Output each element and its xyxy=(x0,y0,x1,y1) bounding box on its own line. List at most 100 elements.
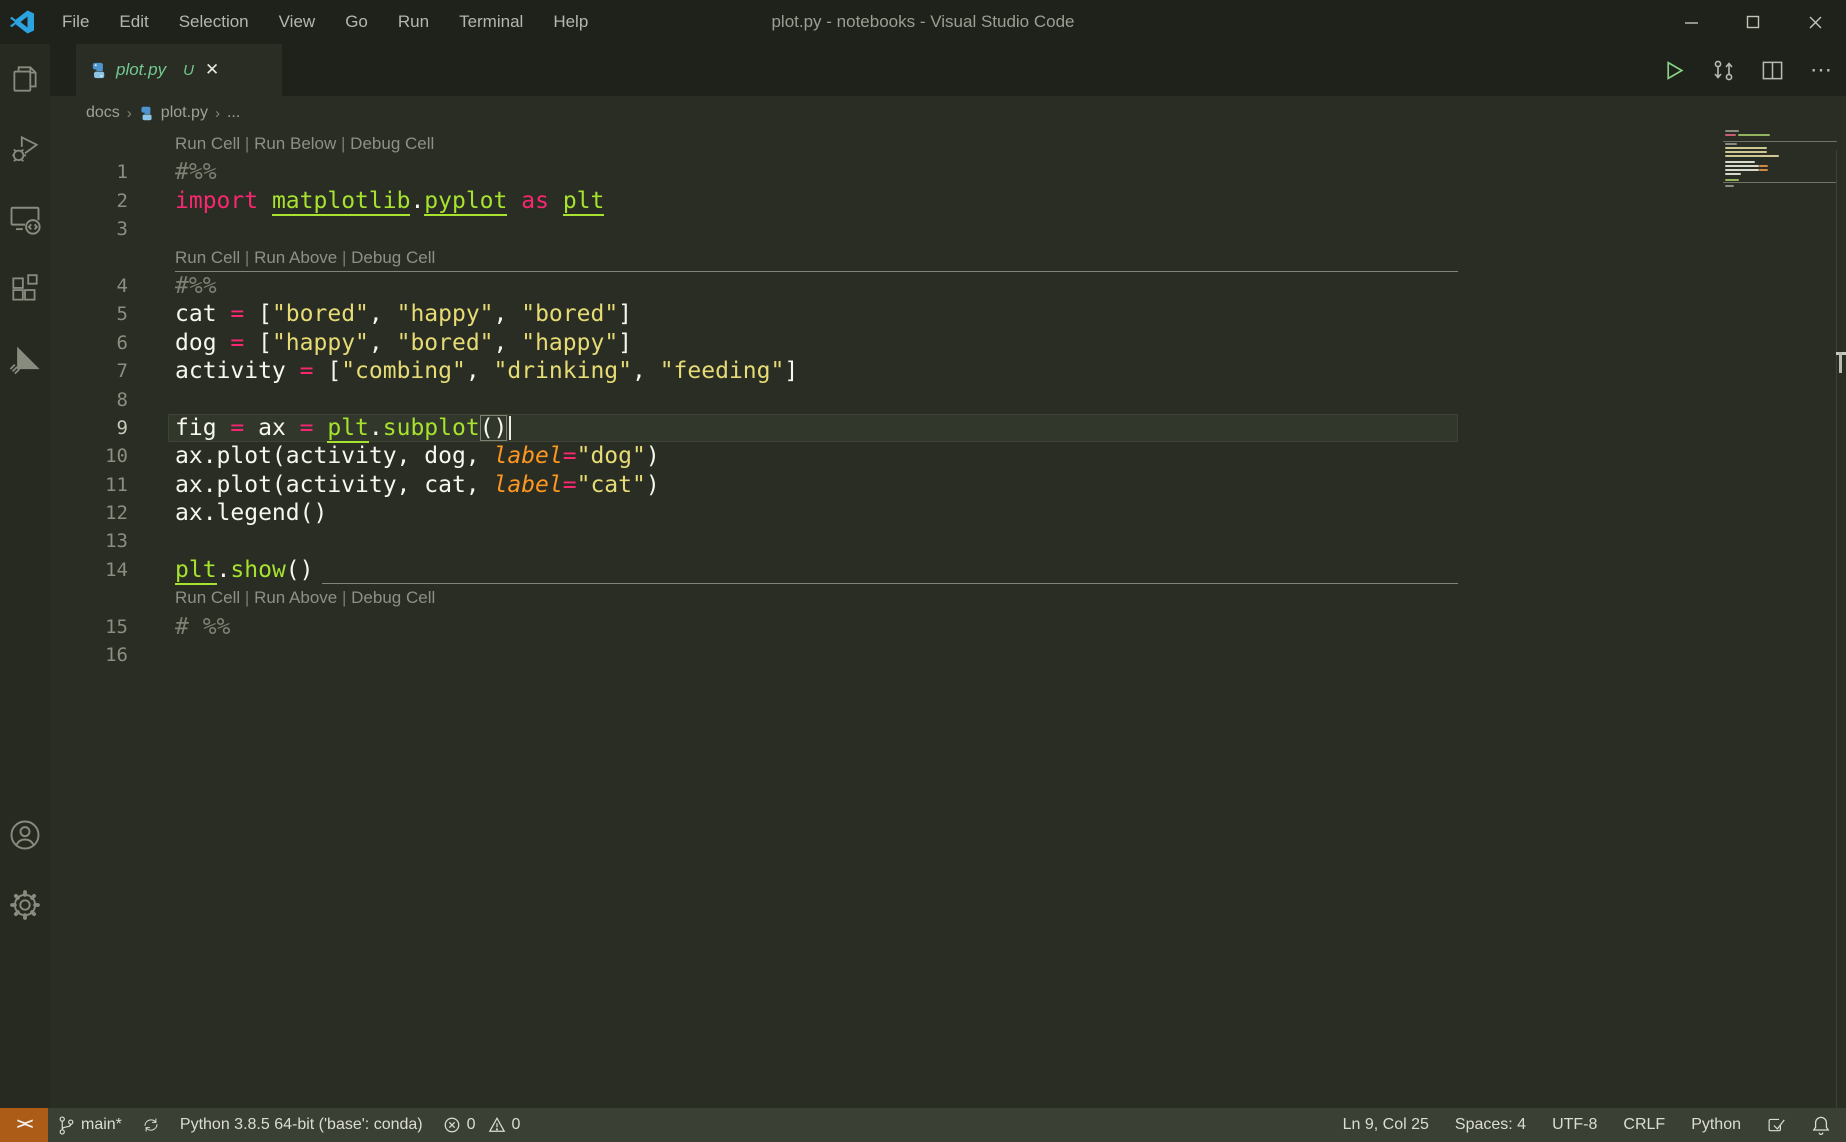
line-number: 6 xyxy=(50,329,128,357)
line-number: 11 xyxy=(50,471,128,499)
notifications-bell-icon[interactable] xyxy=(1812,1115,1830,1135)
open-changes-icon[interactable] xyxy=(1711,58,1735,82)
tab-close-icon[interactable]: ✕ xyxy=(205,60,219,80)
codelens-link[interactable]: Debug Cell xyxy=(350,134,434,153)
run-file-icon[interactable] xyxy=(1664,60,1685,81)
title-bar: File Edit Selection View Go Run Terminal… xyxy=(0,0,1846,44)
codelens-divider: | xyxy=(240,588,254,607)
code-line: 14plt.show() xyxy=(50,556,1846,584)
split-editor-icon[interactable] xyxy=(1761,59,1784,82)
line-number: 12 xyxy=(50,499,128,527)
codelens-link[interactable]: Run Cell xyxy=(175,588,240,607)
codelens-link[interactable]: Debug Cell xyxy=(351,588,435,607)
activity-bar xyxy=(0,44,50,1132)
codelens[interactable]: Run Cell | Run Above | Debug Cell xyxy=(50,244,1846,272)
code-line: 2import matplotlib.pyplot as plt xyxy=(50,187,1846,215)
line-number: 3 xyxy=(50,215,128,243)
encoding[interactable]: UTF-8 xyxy=(1552,1116,1597,1134)
line-number: 4 xyxy=(50,272,128,300)
indentation[interactable]: Spaces: 4 xyxy=(1455,1116,1526,1134)
python-file-icon xyxy=(139,106,154,121)
codelens-link[interactable]: Run Cell xyxy=(175,134,240,153)
menu-edit[interactable]: Edit xyxy=(106,8,161,36)
problems-item[interactable]: 0 0 xyxy=(433,1108,531,1142)
code-line: 10ax.plot(activity, dog, label="dog") xyxy=(50,442,1846,470)
interpreter-label: Python 3.8.5 64-bit ('base': conda) xyxy=(180,1116,423,1134)
codelens[interactable]: Run Cell | Run Below | Debug Cell xyxy=(50,130,1846,158)
remote-explorer-icon[interactable] xyxy=(0,184,50,254)
menu-help[interactable]: Help xyxy=(540,8,601,36)
code-line: 9fig = ax = plt.subplot() xyxy=(50,414,1846,442)
code-line: 11ax.plot(activity, cat, label="cat") xyxy=(50,471,1846,499)
menu-bar: File Edit Selection View Go Run Terminal… xyxy=(49,8,601,36)
menu-selection[interactable]: Selection xyxy=(166,8,262,36)
branch-name: main* xyxy=(81,1116,122,1134)
code-line: 8 xyxy=(50,386,1846,414)
code-editor[interactable]: Run Cell | Run Below | Debug Cell1#%%2im… xyxy=(50,130,1846,1108)
warnings-icon xyxy=(488,1116,506,1134)
code-line: 12ax.legend() xyxy=(50,499,1846,527)
menu-terminal[interactable]: Terminal xyxy=(446,8,536,36)
line-number: 14 xyxy=(50,556,128,584)
codelens-divider: | xyxy=(240,134,254,153)
remote-icon: >< xyxy=(17,1116,32,1134)
cursor-position[interactable]: Ln 9, Col 25 xyxy=(1343,1116,1429,1134)
eol-sequence[interactable]: CRLF xyxy=(1623,1116,1665,1134)
line-number: 9 xyxy=(50,414,128,442)
scrollbar-slider[interactable] xyxy=(1839,352,1842,373)
codelens-divider: | xyxy=(337,248,351,267)
code-line: 3 xyxy=(50,215,1846,243)
line-number: 1 xyxy=(50,158,128,186)
menu-file[interactable]: File xyxy=(49,8,102,36)
line-number: 10 xyxy=(50,442,128,470)
line-number: 2 xyxy=(50,187,128,215)
menu-view[interactable]: View xyxy=(266,8,329,36)
code-line: 6dog = ["happy", "bored", "happy"] xyxy=(50,329,1846,357)
account-icon[interactable] xyxy=(0,800,50,870)
line-number: 13 xyxy=(50,527,128,555)
codelens-link[interactable]: Run Above xyxy=(254,248,337,267)
remote-indicator[interactable]: >< xyxy=(0,1108,48,1142)
codelens-link[interactable]: Run Below xyxy=(254,134,336,153)
close-icon[interactable] xyxy=(1784,0,1846,44)
python-file-icon xyxy=(90,62,107,79)
sync-item[interactable] xyxy=(132,1108,170,1142)
code-lines: Run Cell | Run Below | Debug Cell1#%%2im… xyxy=(50,130,1846,669)
breadcrumbs: docs › plot.py › ... xyxy=(50,96,1846,130)
maximize-icon[interactable] xyxy=(1722,0,1784,44)
line-number: 16 xyxy=(50,641,128,669)
code-line: 5cat = ["bored", "happy", "bored"] xyxy=(50,300,1846,328)
menu-go[interactable]: Go xyxy=(332,8,381,36)
minimap[interactable] xyxy=(1723,130,1837,196)
codelens-link[interactable]: Run Above xyxy=(254,588,337,607)
code-line: 13 xyxy=(50,527,1846,555)
codelens-divider: | xyxy=(240,248,254,267)
codelens[interactable]: Run Cell | Run Above | Debug Cell xyxy=(50,584,1846,612)
code-line: 1#%% xyxy=(50,158,1846,186)
extensions-icon[interactable] xyxy=(0,254,50,324)
code-line: 7activity = ["combing", "drinking", "fee… xyxy=(50,357,1846,385)
sync-icon xyxy=(142,1116,160,1134)
run-debug-icon[interactable] xyxy=(0,114,50,184)
breadcrumb-symbol[interactable]: ... xyxy=(227,104,240,122)
kite-extension-icon[interactable] xyxy=(0,324,50,394)
text-cursor xyxy=(509,416,511,440)
language-mode[interactable]: Python xyxy=(1691,1116,1741,1134)
git-branch-icon xyxy=(58,1115,75,1136)
minimize-icon[interactable] xyxy=(1660,0,1722,44)
menu-run[interactable]: Run xyxy=(385,8,442,36)
line-number: 7 xyxy=(50,357,128,385)
more-actions-icon[interactable]: ⋯ xyxy=(1810,57,1832,83)
chevron-right-icon: › xyxy=(127,105,132,122)
codelens-link[interactable]: Debug Cell xyxy=(351,248,435,267)
tab-plot-py[interactable]: plot.py U ✕ xyxy=(76,44,282,96)
code-line: 15# %% xyxy=(50,613,1846,641)
explorer-icon[interactable] xyxy=(0,44,50,114)
codelens-link[interactable]: Run Cell xyxy=(175,248,240,267)
git-branch-item[interactable]: main* xyxy=(48,1108,132,1142)
python-interpreter-item[interactable]: Python 3.8.5 64-bit ('base': conda) xyxy=(170,1108,433,1142)
settings-gear-icon[interactable] xyxy=(0,870,50,940)
code-line: 4#%% xyxy=(50,272,1846,300)
breadcrumb-file[interactable]: plot.py xyxy=(161,104,208,122)
breadcrumb-folder[interactable]: docs xyxy=(86,104,120,122)
